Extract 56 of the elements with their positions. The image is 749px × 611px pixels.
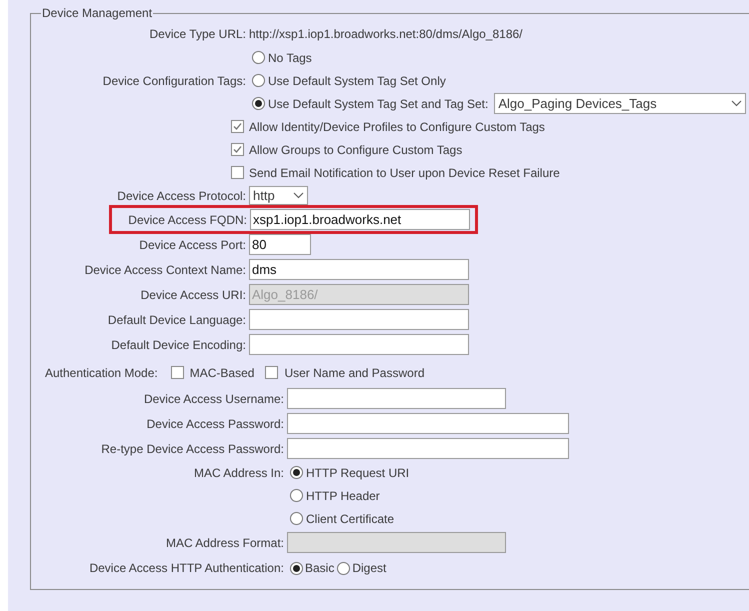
radio-button[interactable] — [290, 466, 303, 479]
field-label: Device Access URI: — [140, 286, 246, 304]
radio-label: No Tags — [268, 50, 312, 66]
checkbox[interactable] — [231, 120, 244, 133]
field-label: Device Access Password: — [146, 416, 284, 432]
url-text: http://xsp1.iop1.broadworks.net:80/dms/Algo_8186/ — [249, 26, 523, 43]
text-field[interactable] — [287, 413, 569, 434]
field-label: Re-type Device Access Password: — [101, 440, 284, 458]
text-field[interactable]: dms — [249, 259, 469, 280]
radio-button[interactable] — [290, 489, 303, 502]
field-label: MAC Address In: — [194, 464, 284, 482]
chevron-down-icon — [731, 100, 742, 107]
radio-label: HTTP Header — [306, 488, 380, 504]
radio-button[interactable] — [252, 97, 265, 110]
chevron-down-icon — [293, 192, 304, 199]
field-label: Device Access Port: — [139, 236, 246, 254]
radio-label: Use Default System Tag Set and Tag Set: — [268, 96, 488, 112]
radio-label: Basic — [305, 560, 334, 577]
radio-label: Digest — [352, 560, 386, 577]
field-label: Device Access Context Name: — [84, 262, 246, 278]
checkbox[interactable] — [265, 366, 278, 379]
text-field[interactable] — [249, 309, 469, 330]
text-field[interactable] — [287, 438, 569, 459]
checkbox-label: Allow Groups to Configure Custom Tags — [249, 142, 462, 158]
radio-button[interactable] — [252, 74, 265, 87]
checkbox-label: Allow Identity/Device Profiles to Configure Custom Tags — [249, 118, 545, 136]
field-label: Device Access Username: — [144, 390, 284, 408]
field-label: Default Device Encoding: — [111, 336, 246, 354]
radio-label: Use Default System Tag Set Only — [268, 72, 446, 90]
tag-set-dropdown[interactable]: Algo_Paging Devices_Tags — [494, 93, 746, 114]
field-label: Device Access HTTP Authentication: — [89, 560, 284, 577]
radio-label: HTTP Request URI — [306, 464, 410, 482]
checkbox[interactable] — [231, 166, 244, 179]
field-label: Device Access Protocol: — [117, 188, 246, 204]
checkbox[interactable] — [170, 366, 184, 379]
text-field[interactable] — [249, 334, 469, 355]
field-label: Device Configuration Tags: — [102, 72, 246, 90]
field-label: Default Device Language: — [108, 312, 246, 328]
text-field[interactable]: xsp1.iop1.broadworks.net — [250, 209, 470, 230]
checkbox-label: Send Email Notification to User upon Device Reset Failure — [249, 164, 560, 182]
radio-button[interactable] — [290, 512, 303, 525]
field-label: Authentication Mode: — [45, 364, 158, 382]
field-label: Device Access FQDN: — [128, 212, 247, 228]
radio-label: Client Certificate — [306, 510, 394, 528]
text-field[interactable]: 80 — [249, 234, 311, 255]
text-field[interactable] — [287, 388, 506, 409]
field-label: Device Type URL: — [150, 26, 246, 43]
checkbox-label: User Name and Password — [284, 364, 424, 382]
checkbox-label: MAC-Based — [190, 364, 254, 382]
field-label: MAC Address Format: — [166, 534, 284, 552]
radio-button[interactable] — [290, 562, 303, 574]
radio-button[interactable] — [252, 51, 265, 64]
radio-button[interactable] — [337, 562, 350, 574]
section-legend: Device Management — [41, 4, 154, 22]
protocol-dropdown[interactable]: http — [249, 186, 308, 205]
checkbox[interactable] — [231, 143, 244, 156]
